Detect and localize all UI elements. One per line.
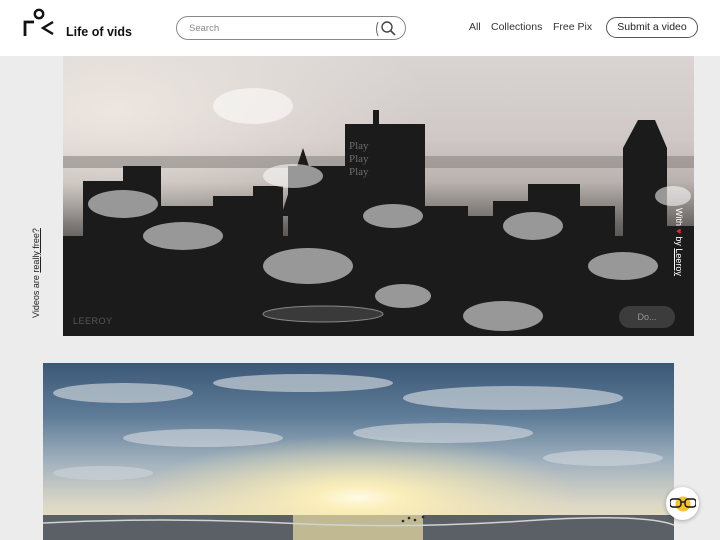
brand-name[interactable]: Life of vids bbox=[66, 25, 132, 39]
search-icon[interactable] bbox=[375, 20, 397, 38]
author-link[interactable]: Leeroy bbox=[674, 248, 684, 276]
header: Life of vids All Collections Free Pix Su… bbox=[0, 0, 720, 56]
emoji-button[interactable] bbox=[666, 487, 699, 520]
made-with-prefix: With bbox=[674, 208, 684, 229]
search-input[interactable] bbox=[189, 21, 369, 36]
sidebar-note-prefix: Videos are bbox=[31, 272, 41, 318]
city-skyline-image bbox=[63, 56, 694, 336]
logo-icon[interactable] bbox=[22, 8, 56, 38]
really-free-link[interactable]: really free? bbox=[31, 228, 41, 273]
made-with-love-note: With ♥ by Leeroy bbox=[674, 208, 684, 276]
play-overlay[interactable]: Play Play Play bbox=[349, 140, 369, 179]
download-button[interactable]: Do... bbox=[619, 306, 675, 328]
video-card-sunset[interactable] bbox=[43, 363, 674, 540]
play-label: Play bbox=[349, 140, 369, 152]
sidebar-note: Videos are really free? bbox=[31, 228, 41, 318]
search-box[interactable] bbox=[176, 16, 406, 40]
submit-video-button[interactable]: Submit a video bbox=[606, 17, 698, 38]
nav-collections[interactable]: Collections bbox=[491, 21, 542, 33]
video-credit: LEEROY bbox=[73, 316, 113, 326]
play-label: Play bbox=[349, 153, 369, 165]
video-card-city[interactable]: Play Play Play LEEROY Do... bbox=[63, 56, 694, 336]
play-label: Play bbox=[349, 166, 369, 178]
made-with-suffix: by bbox=[674, 233, 684, 246]
sunset-sea-image bbox=[43, 363, 674, 540]
sunglasses-emoji-icon bbox=[670, 496, 696, 512]
nav-all[interactable]: All bbox=[469, 21, 481, 33]
nav-free-pix[interactable]: Free Pix bbox=[553, 21, 592, 33]
